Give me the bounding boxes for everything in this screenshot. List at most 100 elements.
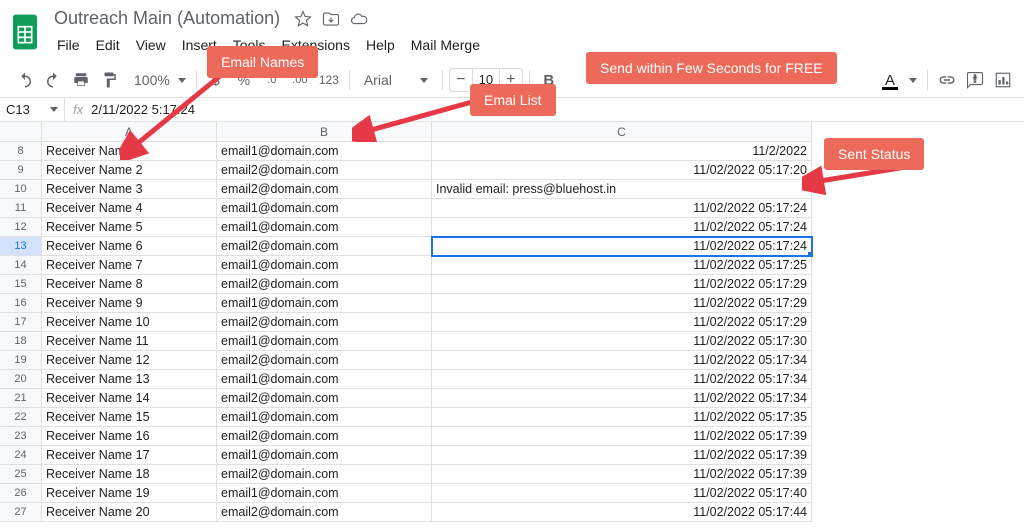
cell[interactable]: 11/02/2022 05:17:24: [432, 199, 812, 218]
cell[interactable]: Receiver Name 19: [42, 484, 217, 503]
paint-format-button[interactable]: [96, 67, 122, 93]
font-size-decrease[interactable]: −: [450, 71, 472, 89]
cell[interactable]: 11/02/2022 05:17:25: [432, 256, 812, 275]
cell[interactable]: email1@domain.com: [217, 446, 432, 465]
cell[interactable]: Receiver Name 18: [42, 465, 217, 484]
print-button[interactable]: [68, 67, 94, 93]
row-header[interactable]: 10: [0, 180, 42, 199]
format-123-button[interactable]: 123: [315, 73, 343, 87]
cell[interactable]: email2@domain.com: [217, 313, 432, 332]
cell[interactable]: email2@domain.com: [217, 465, 432, 484]
row-header[interactable]: 25: [0, 465, 42, 484]
cell[interactable]: email1@domain.com: [217, 408, 432, 427]
redo-button[interactable]: [40, 67, 66, 93]
row-header[interactable]: 13: [0, 237, 42, 256]
undo-button[interactable]: [12, 67, 38, 93]
menu-view[interactable]: View: [129, 33, 173, 57]
cell[interactable]: email1@domain.com: [217, 256, 432, 275]
cell[interactable]: Invalid email: press@bluehost.in: [432, 180, 812, 199]
row-header[interactable]: 9: [0, 161, 42, 180]
cell[interactable]: Receiver Name 2: [42, 161, 217, 180]
cell[interactable]: Receiver Name 14: [42, 389, 217, 408]
cell[interactable]: 11/02/2022 05:17:39: [432, 427, 812, 446]
row-header[interactable]: 19: [0, 351, 42, 370]
cell[interactable]: 11/02/2022 05:17:29: [432, 313, 812, 332]
cell[interactable]: Receiver Name 12: [42, 351, 217, 370]
cell[interactable]: 11/02/2022 05:17:29: [432, 275, 812, 294]
row-header[interactable]: 8: [0, 142, 42, 161]
cell[interactable]: email1@domain.com: [217, 332, 432, 351]
cell[interactable]: email1@domain.com: [217, 370, 432, 389]
cell[interactable]: Receiver Name 10: [42, 313, 217, 332]
cell[interactable]: email2@domain.com: [217, 351, 432, 370]
cell[interactable]: Receiver Name 17: [42, 446, 217, 465]
cell[interactable]: Receiver Name 4: [42, 199, 217, 218]
row-header[interactable]: 18: [0, 332, 42, 351]
insert-chart-button[interactable]: [990, 67, 1016, 93]
row-header[interactable]: 12: [0, 218, 42, 237]
cell[interactable]: Receiver Name 8: [42, 275, 217, 294]
menu-file[interactable]: File: [50, 33, 87, 57]
row-header[interactable]: 14: [0, 256, 42, 275]
menu-edit[interactable]: Edit: [89, 33, 127, 57]
cell[interactable]: email1@domain.com: [217, 199, 432, 218]
cell[interactable]: Receiver Name 3: [42, 180, 217, 199]
cell[interactable]: email2@domain.com: [217, 427, 432, 446]
row-header[interactable]: 26: [0, 484, 42, 503]
cell[interactable]: email2@domain.com: [217, 389, 432, 408]
row-header[interactable]: 20: [0, 370, 42, 389]
sheets-logo[interactable]: [8, 11, 42, 53]
cell[interactable]: Receiver Name 7: [42, 256, 217, 275]
cell[interactable]: Receiver Name 11: [42, 332, 217, 351]
cell[interactable]: Receiver Name 9: [42, 294, 217, 313]
cell[interactable]: 11/02/2022 05:17:34: [432, 389, 812, 408]
cell[interactable]: email2@domain.com: [217, 180, 432, 199]
select-all-cell[interactable]: [0, 122, 42, 142]
cloud-status-icon[interactable]: [350, 10, 368, 28]
name-box[interactable]: C13: [0, 102, 64, 117]
cell[interactable]: 11/02/2022 05:17:24: [432, 237, 812, 256]
cell[interactable]: Receiver Name 13: [42, 370, 217, 389]
cell[interactable]: email2@domain.com: [217, 503, 432, 522]
cell[interactable]: 11/02/2022 05:17:39: [432, 446, 812, 465]
cell[interactable]: 11/02/2022 05:17:34: [432, 370, 812, 389]
row-header[interactable]: 24: [0, 446, 42, 465]
cell[interactable]: Receiver Name 5: [42, 218, 217, 237]
row-header[interactable]: 22: [0, 408, 42, 427]
cell[interactable]: Receiver Name 20: [42, 503, 217, 522]
cell[interactable]: 11/02/2022 05:17:44: [432, 503, 812, 522]
cell[interactable]: email2@domain.com: [217, 237, 432, 256]
cell[interactable]: email2@domain.com: [217, 275, 432, 294]
cell[interactable]: 11/02/2022 05:17:39: [432, 465, 812, 484]
cell[interactable]: email1@domain.com: [217, 218, 432, 237]
row-header[interactable]: 16: [0, 294, 42, 313]
font-select[interactable]: Arial: [356, 72, 436, 88]
cell[interactable]: 11/02/2022 05:17:34: [432, 351, 812, 370]
menu-help[interactable]: Help: [359, 33, 402, 57]
caret-down-icon[interactable]: [909, 78, 917, 83]
cell[interactable]: 11/2/2022: [432, 142, 812, 161]
row-header[interactable]: 21: [0, 389, 42, 408]
cell[interactable]: email1@domain.com: [217, 142, 432, 161]
col-header-C[interactable]: C: [432, 122, 812, 142]
row-header[interactable]: 23: [0, 427, 42, 446]
doc-title[interactable]: Outreach Main (Automation): [50, 6, 284, 31]
cell[interactable]: Receiver Name 16: [42, 427, 217, 446]
row-header[interactable]: 17: [0, 313, 42, 332]
cell[interactable]: 11/02/2022 05:17:40: [432, 484, 812, 503]
cell[interactable]: Receiver Name 15: [42, 408, 217, 427]
row-header[interactable]: 27: [0, 503, 42, 522]
text-color-button[interactable]: A: [877, 67, 903, 93]
row-header[interactable]: 11: [0, 199, 42, 218]
cell[interactable]: email1@domain.com: [217, 294, 432, 313]
move-folder-icon[interactable]: [322, 10, 340, 28]
insert-comment-button[interactable]: [962, 67, 988, 93]
cell[interactable]: 11/02/2022 05:17:20: [432, 161, 812, 180]
star-icon[interactable]: [294, 10, 312, 28]
menu-mail-merge[interactable]: Mail Merge: [404, 33, 487, 57]
row-header[interactable]: 15: [0, 275, 42, 294]
cell[interactable]: 11/02/2022 05:17:30: [432, 332, 812, 351]
cell[interactable]: 11/02/2022 05:17:24: [432, 218, 812, 237]
insert-link-button[interactable]: [934, 67, 960, 93]
cell[interactable]: 11/02/2022 05:17:29: [432, 294, 812, 313]
